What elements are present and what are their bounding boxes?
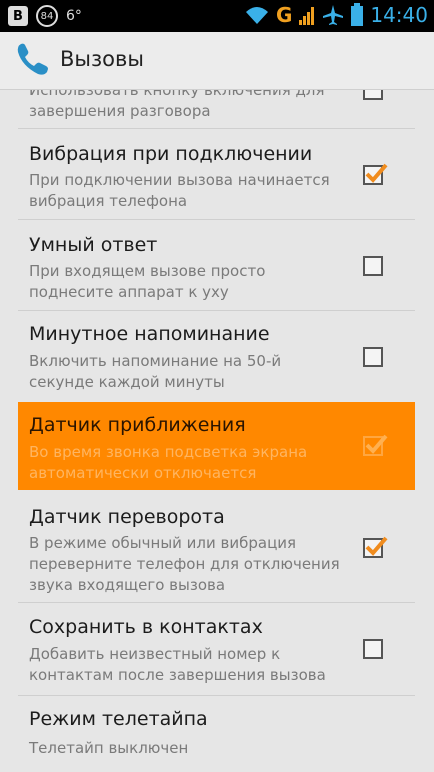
list-item-vibration-on-connect[interactable]: Вибрация при подключении При подключении… — [18, 129, 415, 219]
checkbox[interactable] — [363, 347, 383, 367]
list-item-proximity-sensor[interactable]: Датчик приближения Во время звонка подсв… — [18, 402, 415, 490]
list-item-flip-sensor[interactable]: Датчик переворота В режиме обычный или в… — [18, 492, 415, 602]
item-title: Минутное напоминание — [29, 323, 270, 345]
status-bar: B 84 6° G 14:40 — [0, 0, 434, 32]
item-title: Умный ответ — [29, 234, 158, 256]
list-item-end-call-power[interactable]: Использовать кнопку включения для заверш… — [18, 90, 415, 123]
item-title: Датчик приближения — [29, 414, 246, 436]
list-item-save-to-contacts[interactable]: Сохранить в контактах Добавить неизвестн… — [18, 603, 415, 695]
weather-temperature: 6° — [66, 8, 82, 24]
item-summary: Использовать кнопку включения для заверш… — [29, 90, 325, 120]
checkmark-icon — [365, 434, 388, 454]
item-summary: При подключении вызова начинается вибрац… — [29, 171, 330, 210]
battery-icon — [351, 3, 364, 26]
checkbox-checked[interactable] — [363, 434, 388, 456]
signal-icon — [299, 7, 315, 25]
page-title: Вызовы — [60, 47, 144, 71]
list-item-smart-answer[interactable]: Умный ответ При входящем вызове просто п… — [18, 220, 415, 310]
list-item-tty-mode[interactable]: Режим телетайпа Телетайп выключен — [18, 696, 415, 772]
wifi-icon — [245, 7, 268, 24]
item-title: Режим телетайпа — [29, 708, 208, 730]
item-summary: Добавить неизвестный номер к контактам п… — [29, 645, 326, 684]
item-summary: При входящем вызове просто поднесите апп… — [29, 262, 266, 301]
item-title: Сохранить в контактах — [29, 616, 263, 638]
checkbox[interactable] — [363, 639, 383, 659]
checkbox-checked[interactable] — [363, 536, 388, 558]
action-bar: Вызовы — [0, 32, 434, 90]
list-item-minute-reminder[interactable]: Минутное напоминание Включить напоминани… — [18, 311, 415, 401]
settings-list: Использовать кнопку включения для заверш… — [0, 90, 434, 772]
phone-icon[interactable] — [12, 38, 54, 80]
airplane-icon — [323, 5, 344, 25]
checkbox[interactable] — [363, 256, 383, 276]
network-type: G — [275, 3, 293, 27]
item-summary: Телетайп выключен — [29, 739, 189, 757]
item-title: Вибрация при подключении — [29, 143, 313, 165]
clock: 14:40 — [370, 3, 428, 27]
vk-notification-icon: B — [8, 6, 28, 26]
item-summary: Во время звонка подсветка экрана автомат… — [29, 443, 308, 482]
checkbox[interactable] — [363, 90, 383, 100]
checkbox-checked[interactable] — [363, 163, 388, 185]
notification-count-icon: 84 — [36, 5, 58, 27]
checkmark-icon — [365, 536, 388, 556]
checkmark-icon — [365, 163, 388, 183]
item-summary: Включить напоминание на 50-й секунде каж… — [29, 352, 282, 391]
item-title: Датчик переворота — [29, 506, 225, 528]
item-summary: В режиме обычный или вибрация перевернит… — [29, 534, 340, 594]
